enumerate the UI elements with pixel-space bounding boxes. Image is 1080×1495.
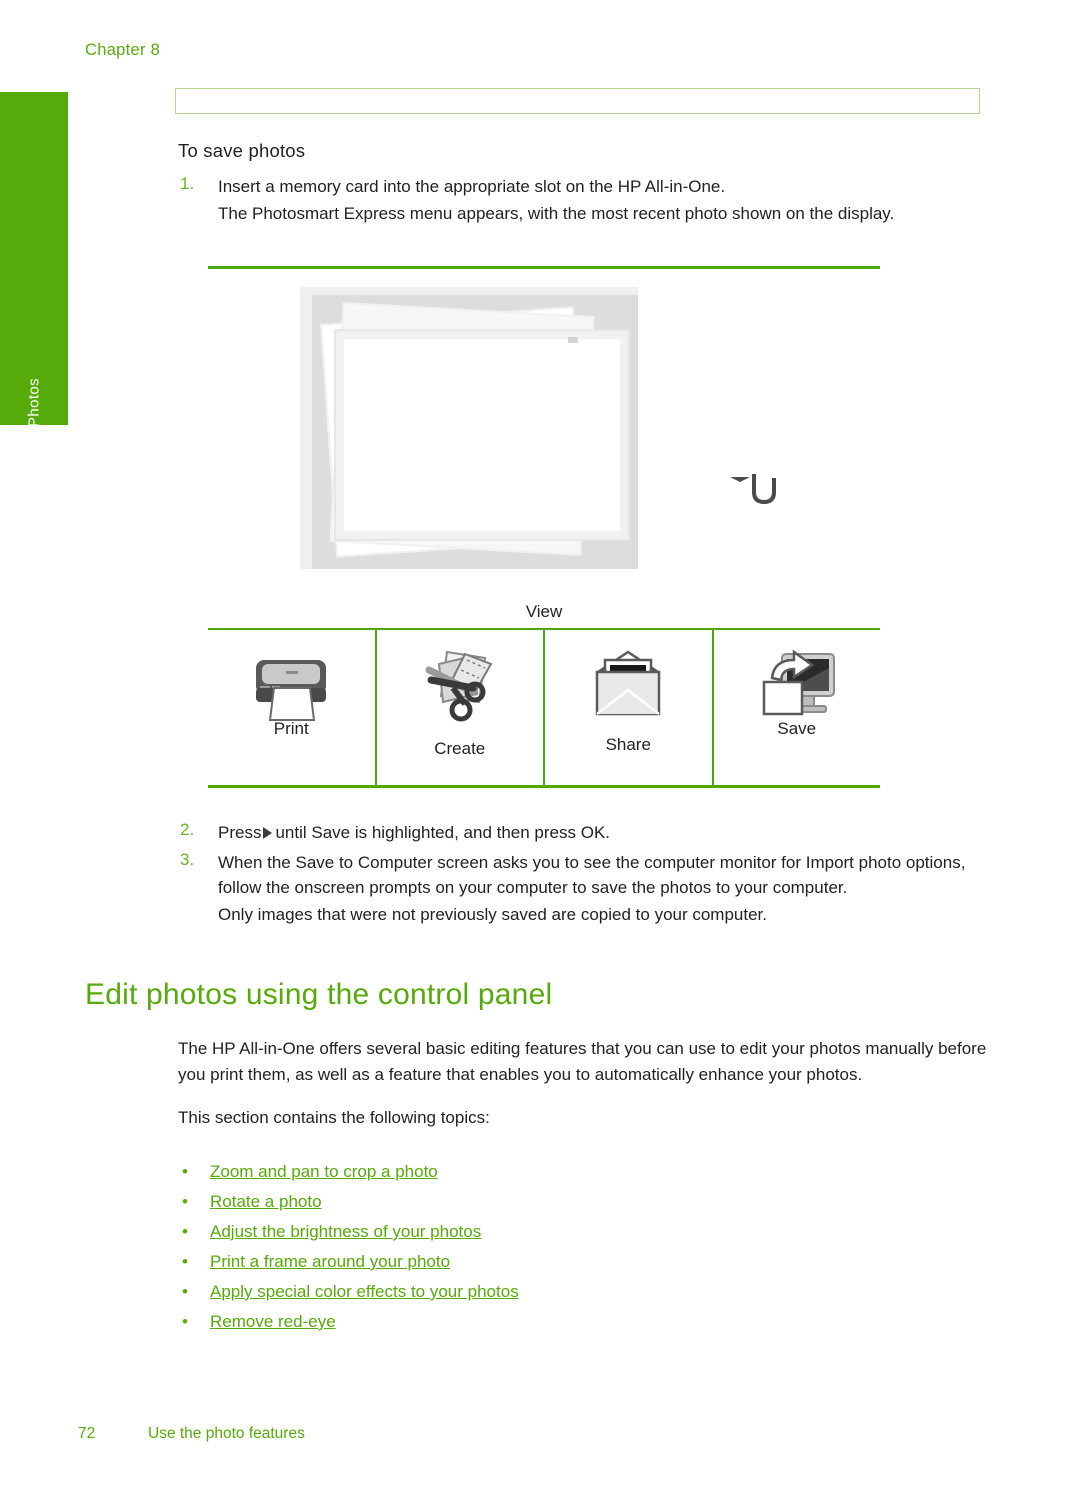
step-line: Press until Save is highlighted, and then… — [218, 820, 990, 846]
scissors-crafts-icon — [425, 650, 493, 722]
menu-icon-grid: Print Create Share Save — [208, 628, 880, 788]
step-number: 1. — [180, 174, 195, 193]
menu-item-print[interactable]: Print — [208, 630, 375, 785]
procedure-step: 1. Insert a memory card into the appropr… — [178, 174, 990, 226]
envelope-icon — [596, 650, 661, 716]
list-item[interactable]: • Adjust the brightness of your photos — [178, 1217, 878, 1247]
topic-link[interactable]: Adjust the brightness of your photos — [210, 1222, 481, 1241]
printer-icon — [256, 660, 327, 721]
step-line: Only images that were not previously sav… — [218, 904, 768, 924]
topic-link[interactable]: Zoom and pan to crop a photo — [210, 1162, 438, 1181]
step-line: Insert a memory card into the appropriat… — [218, 177, 726, 196]
list-item[interactable]: • Print a frame around your photo — [178, 1247, 878, 1277]
monitor-save-icon — [762, 649, 835, 716]
procedure-heading: To save photos — [178, 140, 306, 161]
menu-item-label: Create — [434, 739, 486, 758]
step-number: 3. — [180, 849, 195, 869]
procedure-step: 2. Press until Save is highlighted, and t… — [178, 820, 990, 846]
section-paragraph: This section contains the following topi… — [178, 1108, 490, 1127]
topic-link[interactable]: Remove red-eye — [210, 1312, 336, 1331]
step-number: 2. — [180, 820, 195, 839]
lcd-bezel-top-highlight — [300, 287, 638, 295]
page-title: Edit photos using the control panel — [85, 978, 553, 1011]
bullet-glyph: • — [182, 1192, 188, 1211]
figure-lcd-display — [208, 266, 880, 575]
step-line: When the Save to Computer screen asks yo… — [218, 852, 966, 898]
bullet-glyph: • — [182, 1222, 188, 1241]
lcd-indicator-mark — [568, 337, 578, 343]
footer-page-number: 72 — [78, 1425, 96, 1442]
procedure-block: To save photos 1. Insert a memory card i… — [178, 140, 990, 230]
bullet-glyph: • — [182, 1312, 188, 1331]
list-item[interactable]: • Remove red-eye — [178, 1307, 878, 1337]
list-item[interactable]: • Rotate a photo — [178, 1187, 878, 1217]
menu-item-label: Save — [777, 719, 817, 738]
footer-section-name: Use the photo features — [148, 1425, 305, 1442]
curved-hook-arrow-icon — [730, 474, 776, 505]
step-text-before-arrow: Press — [218, 823, 262, 842]
chapter-label: Chapter 8 — [85, 41, 161, 59]
procedure-step: 3. When the Save to Computer screen asks… — [178, 850, 990, 928]
sidebar-thumb-tab-label: Photos — [25, 377, 43, 428]
photosmart-express-menu: View Print Create Share Save — [208, 602, 880, 788]
step-line: The Photosmart Express menu appears, wit… — [218, 203, 895, 223]
bullet-glyph: • — [182, 1282, 188, 1301]
menu-item-share[interactable]: Share — [543, 630, 712, 785]
list-item[interactable]: • Zoom and pan to crop a photo — [178, 1157, 878, 1187]
sidebar-thumb-tab-photos: Photos — [0, 92, 68, 428]
running-head-box — [175, 88, 980, 114]
menu-item-label: Print — [273, 719, 309, 738]
section-paragraph: The HP All-in-One offers several basic e… — [178, 1039, 987, 1084]
topic-link[interactable]: Rotate a photo — [210, 1192, 322, 1211]
bullet-glyph: • — [182, 1252, 188, 1271]
lcd-bezel-left-highlight — [300, 287, 312, 569]
section-body: The HP All-in-One offers several basic e… — [178, 1036, 990, 1131]
menu-view-label: View — [525, 602, 563, 621]
right-triangle-icon — [263, 827, 273, 839]
menu-item-label: Share — [605, 735, 651, 754]
list-item[interactable]: • Apply special color effects to your ph… — [178, 1277, 878, 1307]
bullet-glyph: • — [182, 1162, 188, 1181]
menu-item-create[interactable]: Create — [374, 630, 544, 785]
menu-item-save[interactable]: Save — [711, 630, 881, 785]
topic-link[interactable]: Print a frame around your photo — [210, 1252, 450, 1271]
photo-sheet-front — [334, 329, 630, 541]
topic-link[interactable]: Apply special color effects to your phot… — [210, 1282, 519, 1301]
step-text-after-arrow: until Save is highlighted, and then pres… — [275, 823, 611, 842]
topic-link-list: • Zoom and pan to crop a photo • Rotate … — [178, 1157, 878, 1337]
lcd-illustration — [208, 269, 880, 575]
procedure-block-continued: 2. Press until Save is highlighted, and t… — [178, 820, 990, 931]
